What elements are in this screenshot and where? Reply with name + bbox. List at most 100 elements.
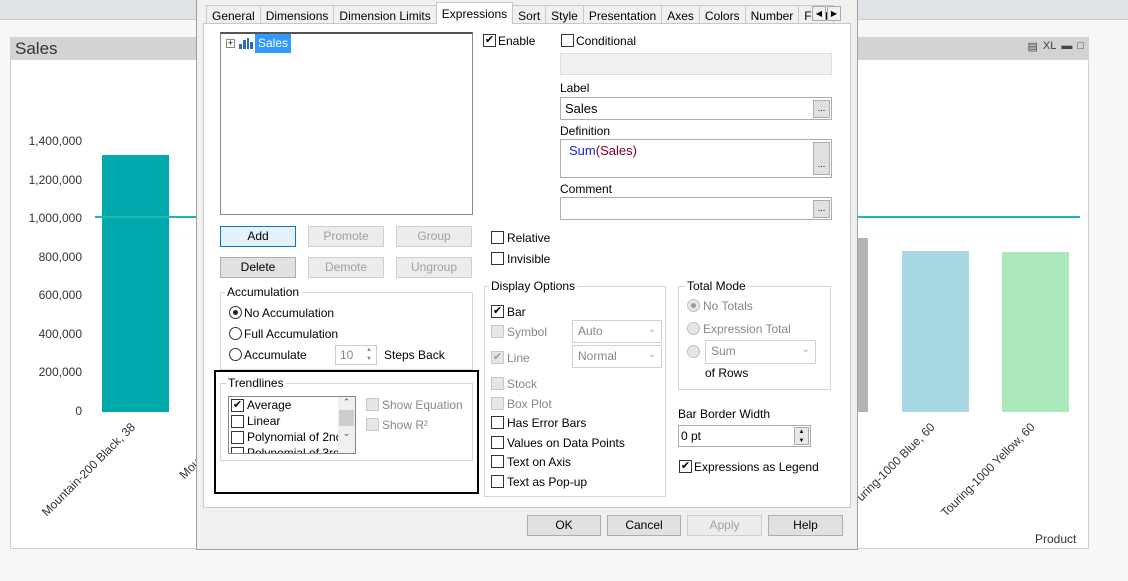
expressions-as-legend-label: Expressions as Legend xyxy=(694,460,819,474)
minimize-icon[interactable]: ▬ xyxy=(1061,40,1072,53)
label-input[interactable]: Sales xyxy=(560,97,832,120)
trendline-checkbox[interactable] xyxy=(231,414,244,428)
total-mode-group xyxy=(678,286,831,390)
comment-ellipsis-button[interactable]: ... xyxy=(813,200,830,218)
promote-button[interactable]: Promote xyxy=(308,226,384,247)
line-label: Line xyxy=(507,351,530,365)
add-button[interactable]: Add xyxy=(220,226,296,247)
line-checkbox[interactable]: ✔ xyxy=(491,351,504,364)
trendline-item[interactable]: Polynomial of 3rd d xyxy=(229,445,355,453)
tree-item-sales[interactable]: Sales xyxy=(255,34,292,53)
invisible-checkbox[interactable] xyxy=(491,252,504,265)
bar[interactable] xyxy=(1002,252,1069,412)
expression-total-radio[interactable] xyxy=(687,322,700,335)
y-tick-label: 1,000,000 xyxy=(28,211,82,226)
line-style-select: Normal ⌄ xyxy=(572,345,662,368)
bar-border-width-input[interactable]: 0 pt xyxy=(678,425,811,447)
show-equation-checkbox[interactable] xyxy=(366,398,379,411)
trendline-checkbox[interactable] xyxy=(231,446,244,453)
no-totals-radio[interactable] xyxy=(687,299,700,312)
chart-title: Sales xyxy=(15,39,58,58)
definition-title: Definition xyxy=(560,124,611,138)
ok-button[interactable]: OK xyxy=(527,515,601,536)
tab-colors[interactable]: Colors xyxy=(698,5,746,24)
apply-button[interactable]: Apply xyxy=(687,515,762,536)
group-button[interactable]: Group xyxy=(396,226,472,247)
ungroup-button[interactable]: Ungroup xyxy=(396,257,472,278)
values-label: Values on Data Points xyxy=(507,436,625,450)
symbol-label: Symbol xyxy=(507,325,548,339)
trendlines-title: Trendlines xyxy=(226,376,286,390)
error-checkbox[interactable] xyxy=(491,416,504,429)
trendline-checkbox[interactable]: ✔ xyxy=(231,398,244,412)
tab-bar: General Dimensions Dimension Limits Express… xyxy=(206,2,835,24)
expression-tree[interactable] xyxy=(220,32,473,215)
stock-checkbox[interactable] xyxy=(491,377,504,390)
delete-button[interactable]: Delete xyxy=(220,257,296,278)
bar-border-spinner[interactable]: ▲ ▼ xyxy=(794,427,809,445)
bar-checkbox[interactable]: ✔ xyxy=(491,305,504,318)
y-tick-label: 800,000 xyxy=(38,249,82,264)
definition-function: Sum xyxy=(569,143,596,158)
box-checkbox[interactable] xyxy=(491,397,504,410)
relative-checkbox[interactable] xyxy=(491,231,504,244)
bar-chart-icon xyxy=(239,38,253,49)
tab-scroll-right[interactable]: ▶ xyxy=(827,6,841,21)
tab-general[interactable]: General xyxy=(206,5,261,24)
text-axis-checkbox[interactable] xyxy=(491,455,504,468)
tab-sort[interactable]: Sort xyxy=(512,5,547,24)
chevron-down-icon: ⌄ xyxy=(647,349,656,360)
print-icon[interactable]: ▤ xyxy=(1027,40,1037,53)
symbol-checkbox[interactable] xyxy=(491,325,504,338)
popup-checkbox[interactable] xyxy=(491,475,504,488)
steps-back-label: Steps Back xyxy=(384,348,445,362)
show-r2-checkbox[interactable] xyxy=(366,418,379,431)
conditional-checkbox[interactable] xyxy=(561,34,574,47)
trendline-item[interactable]: ✔ Average xyxy=(229,397,355,413)
tab-style[interactable]: Style xyxy=(545,5,584,24)
trendline-item[interactable]: Polynomial of 2nd d xyxy=(229,429,355,445)
no-accumulation-radio[interactable] xyxy=(229,306,242,319)
maximize-icon[interactable]: □ xyxy=(1077,40,1084,53)
expression-total-label: Expression Total xyxy=(703,322,791,336)
box-label: Box Plot xyxy=(507,397,552,411)
enable-label: Enable xyxy=(498,34,536,48)
conditional-input xyxy=(560,53,832,75)
steps-spinner[interactable]: ▲ ▼ xyxy=(362,346,376,364)
label-ellipsis-button[interactable]: ... xyxy=(813,100,830,118)
tab-dimensions[interactable]: Dimensions xyxy=(259,5,335,24)
values-checkbox[interactable] xyxy=(491,436,504,449)
tab-expressions[interactable]: Expressions xyxy=(435,2,514,24)
invisible-label: Invisible xyxy=(507,252,551,266)
sum-rows-radio[interactable] xyxy=(687,345,700,358)
tab-number[interactable]: Number xyxy=(744,5,800,24)
bar[interactable] xyxy=(102,155,169,412)
tab-dimension-limits[interactable]: Dimension Limits xyxy=(333,5,437,24)
trendline-item[interactable]: Linear xyxy=(229,413,355,429)
excel-icon[interactable]: XL xyxy=(1043,40,1056,53)
help-button[interactable]: Help xyxy=(768,515,843,536)
trendlines-scrollbar[interactable]: ⌃ ⌄ xyxy=(338,397,355,453)
total-mode-title: Total Mode xyxy=(685,279,748,293)
expressions-as-legend-checkbox[interactable]: ✔ xyxy=(679,460,692,473)
full-accumulation-label: Full Accumulation xyxy=(244,327,339,341)
definition-input[interactable]: Sum(Sales) xyxy=(560,139,832,178)
tab-presentation[interactable]: Presentation xyxy=(582,5,663,24)
cancel-button[interactable]: Cancel xyxy=(607,515,681,536)
tab-axes[interactable]: Axes xyxy=(661,5,700,24)
trendline-checkbox[interactable] xyxy=(231,430,244,444)
popup-label: Text as Pop-up xyxy=(507,475,588,489)
demote-button[interactable]: Demote xyxy=(308,257,384,278)
bar[interactable] xyxy=(902,251,969,412)
sum-select-value: Sum xyxy=(711,344,736,358)
full-accumulation-radio[interactable] xyxy=(229,327,242,340)
expand-icon[interactable]: + xyxy=(226,39,235,48)
enable-checkbox[interactable]: ✔ xyxy=(483,34,496,47)
trendlines-list[interactable]: ✔ Average Linear Polynomial of 2nd d Polynom… xyxy=(228,396,356,454)
y-tick-label: 600,000 xyxy=(38,288,82,303)
comment-input[interactable] xyxy=(560,197,832,220)
relative-label: Relative xyxy=(507,231,551,245)
tab-scroll-left[interactable]: ◀ xyxy=(812,6,826,21)
definition-ellipsis-button[interactable]: ... xyxy=(813,142,830,175)
accumulate-radio[interactable] xyxy=(229,348,242,361)
